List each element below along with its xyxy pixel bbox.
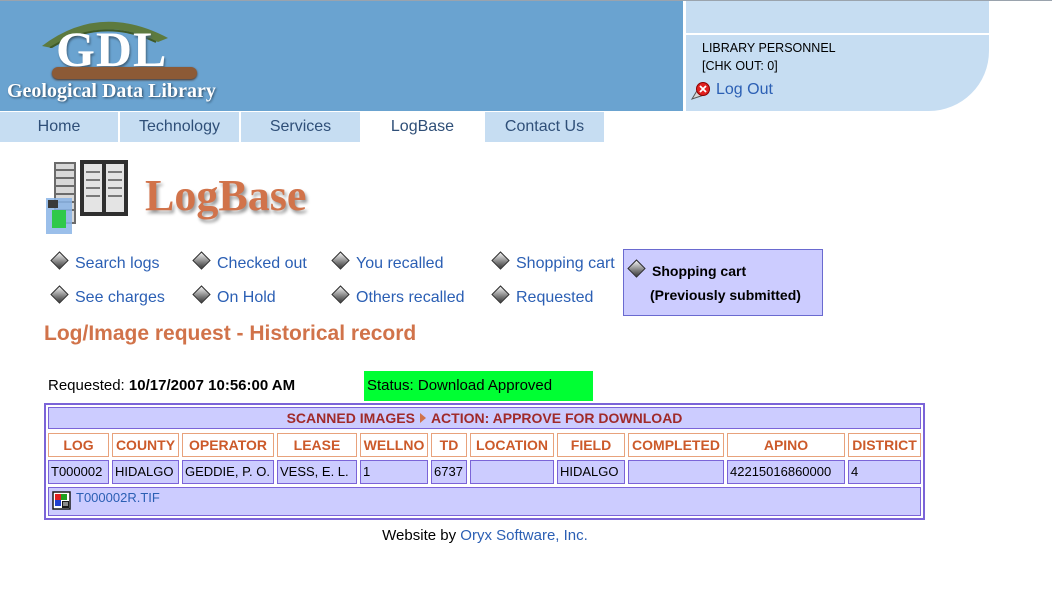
requested-info: Requested: 10/17/2007 10:56:00 AM bbox=[48, 377, 295, 394]
diamond-bullet-icon bbox=[331, 251, 350, 270]
diamond-bullet-icon bbox=[491, 251, 510, 270]
menu-shopping-cart-previous[interactable] bbox=[623, 249, 823, 316]
image-file-icon[interactable] bbox=[52, 491, 72, 511]
file-row bbox=[48, 487, 921, 516]
status-badge: Status: Download Approved bbox=[364, 371, 593, 401]
menu-label: Others recalled bbox=[356, 289, 465, 306]
page-title: LogBase bbox=[145, 171, 307, 220]
footer-prefix: Website by bbox=[382, 527, 457, 544]
menu-others-recalled[interactable]: Others recalled bbox=[331, 285, 465, 307]
arrow-right-icon bbox=[419, 413, 426, 423]
main-nav: Home Technology Services LogBase Contact… bbox=[0, 112, 605, 142]
table-cell-apino: 42215016860000 bbox=[727, 460, 845, 484]
diamond-bullet-icon bbox=[491, 285, 510, 304]
column-header-completed: COMPLETED bbox=[628, 433, 724, 457]
diamond-bullet-icon bbox=[192, 285, 211, 304]
requested-label: Requested: bbox=[48, 377, 125, 394]
menu-label: See charges bbox=[75, 289, 165, 306]
user-panel-divider bbox=[686, 33, 989, 35]
table-cell-district: 4 bbox=[848, 460, 921, 484]
table-cell-td: 6737 bbox=[431, 460, 467, 484]
logo-underline bbox=[52, 67, 197, 79]
logo-subtitle: Geological Data Library bbox=[7, 80, 216, 102]
table-caption: SCANNED IMAGES ACTION: APPROVE FOR DOWNLO… bbox=[48, 407, 921, 429]
column-header-operator: OPERATOR bbox=[182, 433, 274, 457]
menu-label: On Hold bbox=[217, 289, 276, 306]
cart-box-sublabel: (Previously submitted) bbox=[650, 287, 801, 303]
diamond-bullet-icon bbox=[192, 251, 211, 270]
table-cell-field: HIDALGO bbox=[557, 460, 625, 484]
column-header-apino: APINO bbox=[727, 433, 845, 457]
menu-requested[interactable]: Requested bbox=[491, 285, 594, 307]
table-cell-operator: GEDDIE, P. O. bbox=[182, 460, 274, 484]
menu-checked-out[interactable]: Checked out bbox=[192, 251, 307, 273]
column-header-county: COUNTY bbox=[112, 433, 179, 457]
table-cell-lease: VESS, E. L. bbox=[277, 460, 357, 484]
column-header-wellno: WELLNO bbox=[360, 433, 428, 457]
logout-icon[interactable] bbox=[690, 81, 712, 101]
menu-see-charges[interactable]: See charges bbox=[50, 285, 165, 307]
table-cell-completed bbox=[628, 460, 724, 484]
caption-right: ACTION: APPROVE FOR DOWNLOAD bbox=[430, 410, 683, 426]
menu-shopping-cart[interactable]: Shopping cart bbox=[491, 251, 615, 273]
tab-technology[interactable]: Technology bbox=[120, 112, 239, 142]
menu-search-logs[interactable]: Search logs bbox=[50, 251, 160, 273]
user-role: LIBRARY PERSONNEL bbox=[702, 41, 836, 55]
footer: Website by Oryx Software, Inc. bbox=[0, 527, 970, 544]
table-cell-county: HIDALGO bbox=[112, 460, 179, 484]
diamond-bullet-icon bbox=[627, 259, 646, 278]
table-cell-log: T000002 bbox=[48, 460, 109, 484]
menu-label: You recalled bbox=[356, 255, 444, 272]
menu-label: Search logs bbox=[75, 255, 160, 272]
cart-box-label: Shopping cart bbox=[627, 259, 746, 279]
diamond-bullet-icon bbox=[331, 285, 350, 304]
tab-contact-us[interactable]: Contact Us bbox=[485, 112, 604, 142]
checkout-count: [CHK OUT: 0] bbox=[702, 59, 778, 73]
column-header-district: DISTRICT bbox=[848, 433, 921, 457]
column-header-location: LOCATION bbox=[470, 433, 554, 457]
menu-on-hold[interactable]: On Hold bbox=[192, 285, 276, 307]
column-header-log: LOG bbox=[48, 433, 109, 457]
column-header-field: FIELD bbox=[557, 433, 625, 457]
diamond-bullet-icon bbox=[50, 251, 69, 270]
column-header-lease: LEASE bbox=[277, 433, 357, 457]
caption-left: SCANNED IMAGES bbox=[286, 410, 415, 426]
menu-label: Shopping cart bbox=[516, 255, 615, 272]
diamond-bullet-icon bbox=[50, 285, 69, 304]
menu-you-recalled[interactable]: You recalled bbox=[331, 251, 444, 273]
menu-label: Checked out bbox=[217, 255, 307, 272]
tab-services[interactable]: Services bbox=[241, 112, 360, 142]
logout-link[interactable]: Log Out bbox=[716, 81, 773, 99]
column-header-td: TD bbox=[431, 433, 467, 457]
table-cell-wellno: 1 bbox=[360, 460, 428, 484]
section-heading: Log/Image request - Historical record bbox=[44, 322, 417, 345]
tab-home[interactable]: Home bbox=[0, 112, 118, 142]
logbase-book-icon bbox=[46, 160, 128, 234]
requested-datetime: 10/17/2007 10:56:00 AM bbox=[128, 377, 296, 394]
table-cell-location bbox=[470, 460, 554, 484]
menu-label: Requested bbox=[516, 289, 594, 306]
footer-company-link[interactable]: Oryx Software, Inc. bbox=[460, 527, 588, 544]
tab-logbase[interactable]: LogBase bbox=[362, 112, 483, 142]
image-file-link[interactable]: T000002R.TIF bbox=[76, 490, 160, 505]
